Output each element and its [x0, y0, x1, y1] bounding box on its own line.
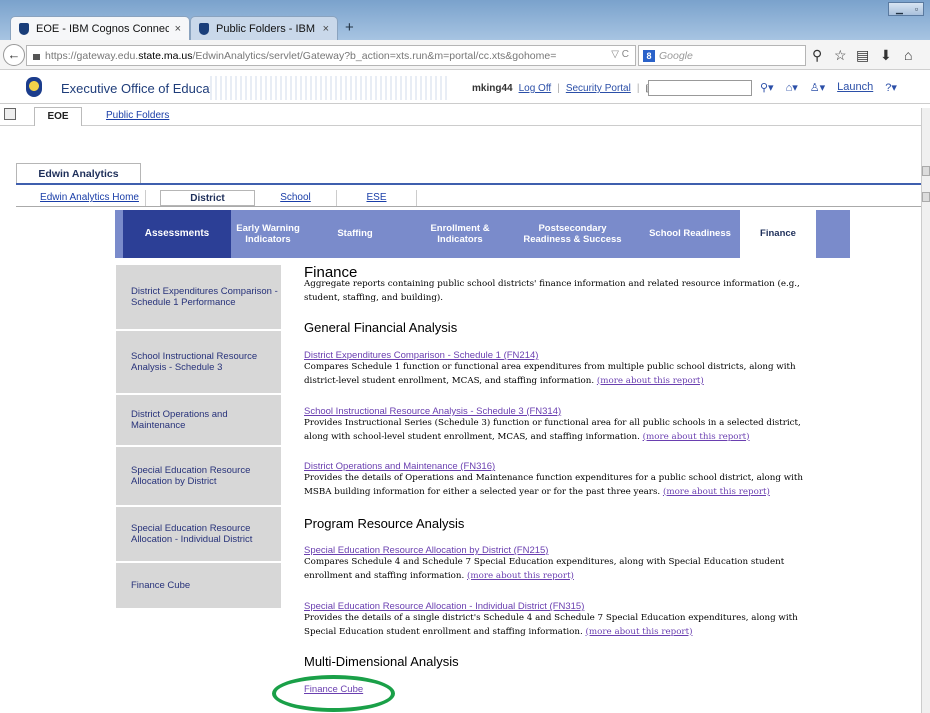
user-icon[interactable]: ♙▾	[810, 81, 825, 94]
browser-tab-cognos[interactable]: EOE - IBM Cognos Connec... ×	[10, 16, 190, 40]
report-description: Provides the details of a single distric…	[304, 612, 804, 639]
report-description: Compares Schedule 4 and Schedule 7 Speci…	[304, 556, 804, 583]
browser-tab-title: EOE - IBM Cognos Connec...	[36, 22, 169, 35]
browser-search-input[interactable]: 8 Google	[638, 45, 806, 66]
home-icon[interactable]: ⌂	[904, 47, 912, 63]
more-about-report-link[interactable]: (more about this report)	[597, 376, 704, 386]
report-description: Provides Instructional Series (Schedule …	[304, 417, 804, 444]
launch-menu[interactable]: Launch	[837, 81, 873, 94]
search-icon[interactable]: ⚲	[812, 47, 822, 64]
left-menu-item[interactable]: Special Education Resource Allocation by…	[116, 447, 281, 507]
report-link-fn316[interactable]: District Operations and Maintenance (FN3…	[304, 461, 495, 472]
url-domain: state.ma.us	[138, 49, 193, 62]
browser-tab-title: Public Folders - IBM Cogn...	[216, 22, 317, 35]
url-prefix: https://gateway.edu.	[45, 49, 139, 62]
highlight-circle-annotation	[272, 675, 395, 712]
category-bar: Assessments Early Warning Indicators Sta…	[115, 210, 850, 258]
header-user-links: mking44 Log Off | Security Portal | ▣ |	[472, 83, 664, 94]
category-early-warning[interactable]: Early Warning Indicators	[233, 210, 303, 258]
star-icon[interactable]: ☆	[834, 47, 847, 64]
url-bar[interactable]: https://gateway.edu. state.ma.us/EdwinAna…	[26, 45, 636, 66]
search-placeholder: Google	[659, 49, 693, 62]
report-link-fn214[interactable]: District Expenditures Comparison - Sched…	[304, 350, 538, 361]
security-portal-link[interactable]: Security Portal	[566, 83, 631, 94]
state-seal-logo	[26, 77, 42, 97]
category-enrollment[interactable]: Enrollment & Indicators	[415, 210, 505, 258]
browser-navbar: ← https://gateway.edu. state.ma.us/EdwinA…	[0, 40, 930, 70]
subtab-ese[interactable]: ESE	[337, 190, 417, 206]
divider: |	[557, 83, 560, 94]
left-menu-item[interactable]: Finance Cube	[116, 563, 281, 608]
divider: |	[636, 83, 640, 94]
more-about-report-link[interactable]: (more about this report)	[643, 432, 750, 442]
close-icon[interactable]: ×	[323, 23, 329, 35]
search-options-icon[interactable]: ⚲▾	[760, 81, 774, 94]
bookmarks-icon[interactable]: ▤	[856, 47, 869, 64]
left-menu: District Expenditures Comparison - Sched…	[116, 265, 281, 608]
shield-icon	[199, 22, 209, 35]
help-icon[interactable]: ?▾	[885, 81, 897, 94]
header-icons: ⚲▾ ⌂▾ ♙▾ Launch ?▾	[760, 81, 897, 94]
portal-header: Executive Office of Education mking44 Lo…	[0, 72, 930, 104]
log-off-link[interactable]: Log Off	[519, 83, 552, 94]
browser-tabstrip: ▁ ▫ EOE - IBM Cognos Connec... × Public …	[0, 0, 930, 40]
category-postsecondary[interactable]: Postsecondary Readiness & Success	[520, 210, 625, 258]
report-link-fn215[interactable]: Special Education Resource Allocation by…	[304, 545, 548, 556]
category-school-readiness[interactable]: School Readiness	[645, 210, 735, 258]
url-path: /EdwinAnalytics/servlet/Gateway?b_action…	[192, 49, 557, 62]
tab-eoe[interactable]: EOE	[34, 107, 82, 126]
vertical-scrollbar[interactable]	[921, 108, 930, 713]
search-engine-icon[interactable]: 8	[643, 49, 655, 62]
lock-icon	[33, 53, 40, 60]
left-menu-item[interactable]: District Operations and Maintenance	[116, 395, 281, 447]
shield-icon	[19, 22, 29, 35]
category-finance[interactable]: Finance	[740, 210, 816, 258]
minimize-icon[interactable]: ▁	[888, 2, 910, 16]
section-heading: General Financial Analysis	[304, 320, 458, 335]
window-controls: ▁ ▫	[888, 2, 924, 16]
report-description-text: Compares Schedule 1 function or function…	[304, 362, 796, 386]
category-staffing[interactable]: Staffing	[315, 210, 395, 258]
download-icon[interactable]: ⬇	[880, 47, 892, 64]
page-intro: Aggregate reports containing public scho…	[304, 279, 800, 303]
tab-public-folders[interactable]: Public Folders	[106, 107, 169, 126]
reload-icon[interactable]: ▽ C	[611, 49, 629, 60]
report-link-fn315[interactable]: Special Education Resource Allocation - …	[304, 601, 584, 612]
new-tab-button[interactable]: +	[345, 19, 354, 36]
close-icon[interactable]: ×	[175, 23, 181, 35]
username: mking44	[472, 83, 513, 94]
portal-tabs: EOE Public Folders	[0, 104, 930, 126]
left-menu-item[interactable]: District Expenditures Comparison - Sched…	[116, 265, 281, 331]
left-menu-item[interactable]: School Instructional Resource Analysis -…	[116, 331, 281, 395]
more-about-report-link[interactable]: (more about this report)	[467, 571, 574, 581]
portal-search-input[interactable]	[648, 80, 752, 96]
subtab-district[interactable]: District	[160, 190, 255, 206]
subtab-edwin-home[interactable]: Edwin Analytics Home	[34, 190, 146, 206]
section-heading: Program Resource Analysis	[304, 516, 465, 531]
subtab-school[interactable]: School	[255, 190, 337, 206]
report-link-fn314[interactable]: School Instructional Resource Analysis -…	[304, 406, 561, 417]
org-name: Executive Office of Education	[61, 81, 231, 96]
category-assessments[interactable]: Assessments	[123, 210, 231, 258]
scroll-arrow-icon[interactable]	[922, 192, 930, 202]
back-button[interactable]: ←	[3, 44, 25, 66]
scroll-arrow-icon[interactable]	[922, 166, 930, 176]
report-description: Compares Schedule 1 function or function…	[304, 361, 804, 388]
home-icon[interactable]: ⌂▾	[786, 81, 798, 94]
left-menu-item[interactable]: Special Education Resource Allocation - …	[116, 507, 281, 563]
divider	[16, 183, 921, 185]
header-decoration	[210, 76, 450, 100]
report-description-text: Provides the details of a single distric…	[304, 613, 798, 637]
section-heading: Multi-Dimensional Analysis	[304, 654, 459, 669]
more-about-report-link[interactable]: (more about this report)	[663, 487, 770, 497]
more-about-report-link[interactable]: (more about this report)	[586, 627, 693, 637]
browser-tab-public-folders[interactable]: Public Folders - IBM Cogn... ×	[190, 16, 338, 40]
report-description: Provides the details of Operations and M…	[304, 472, 804, 499]
maximize-icon[interactable]: ▫	[910, 2, 924, 16]
edwin-analytics-tab[interactable]: Edwin Analytics	[16, 163, 141, 183]
divider	[16, 206, 921, 207]
tab-menu-icon[interactable]	[4, 108, 16, 120]
